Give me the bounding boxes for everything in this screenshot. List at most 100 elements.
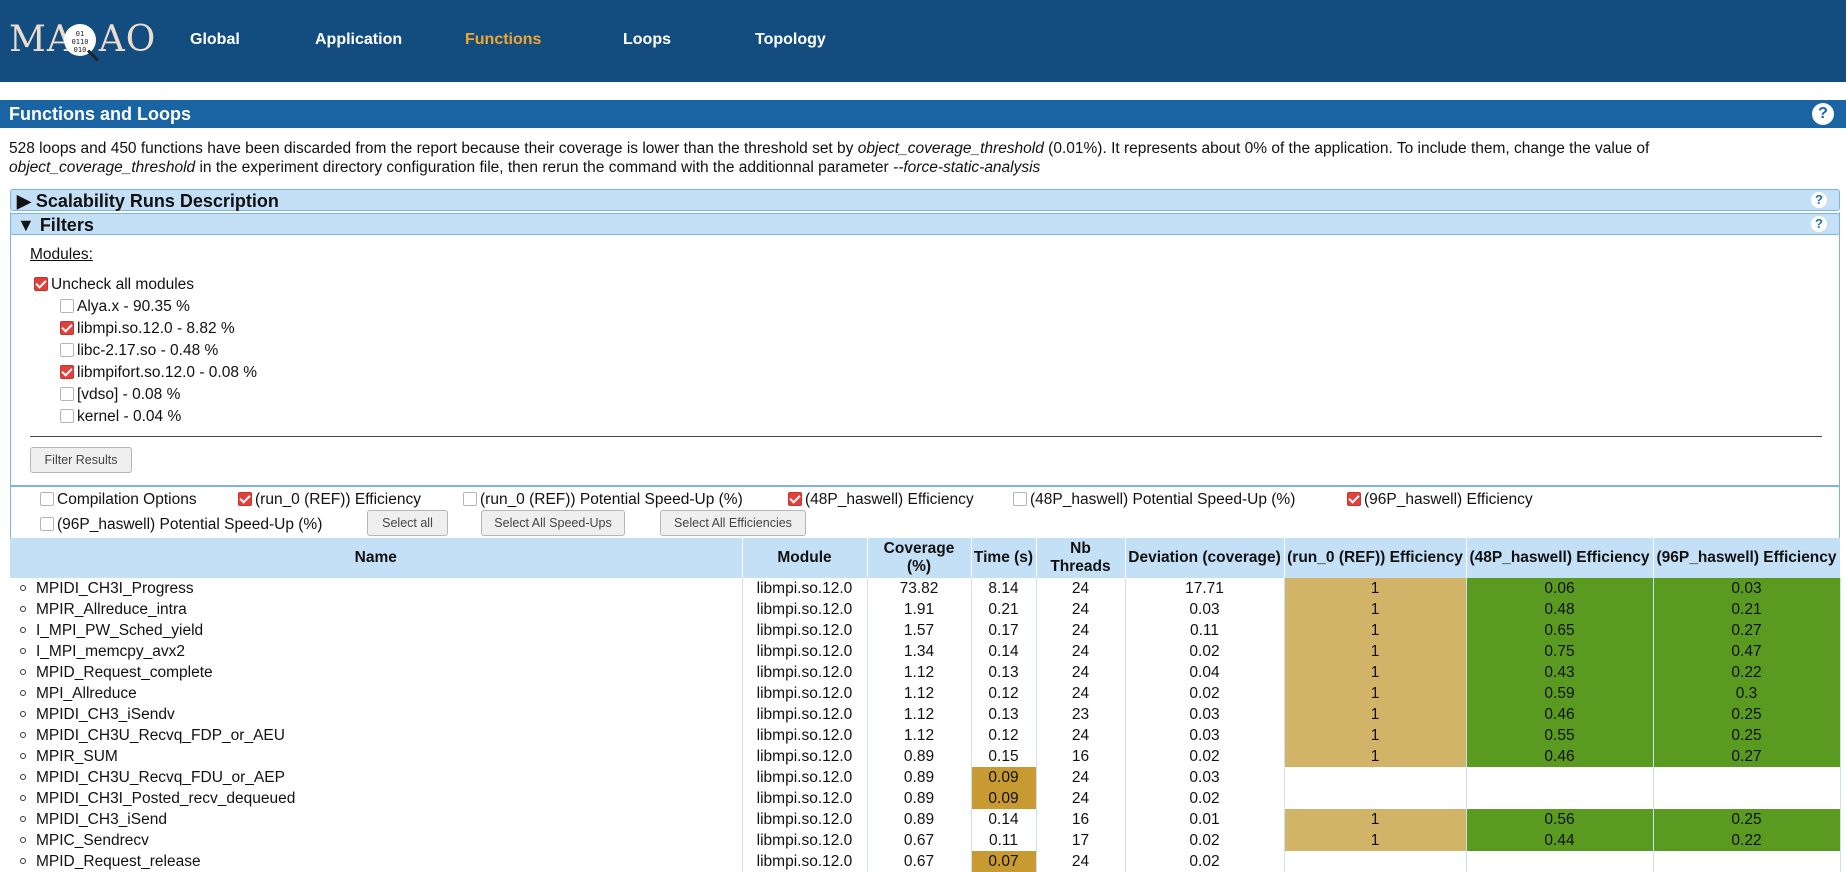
- checkbox-icon[interactable]: [1013, 492, 1027, 506]
- checkbox-icon[interactable]: [60, 387, 74, 401]
- row-48p-eff: 0.06: [1466, 578, 1654, 599]
- row-name[interactable]: MPIDI_CH3_iSendv: [10, 704, 743, 725]
- col-threads[interactable]: Nb Threads: [1036, 538, 1126, 578]
- scalability-panel-header[interactable]: ▶ Scalability Runs Description ?: [10, 189, 1840, 211]
- nav-functions[interactable]: Functions: [465, 30, 541, 50]
- checkbox-icon[interactable]: [60, 299, 74, 313]
- checkbox-icon[interactable]: [60, 409, 74, 423]
- table-row[interactable]: MPIDI_CH3U_Recvq_FDP_or_AEU libmpi.so.12.…: [10, 725, 1841, 746]
- row-name[interactable]: MPID_Request_complete: [10, 662, 743, 683]
- table-row[interactable]: I_MPI_memcpy_avx2 libmpi.so.12.0 1.34 0.14 2…: [10, 641, 1841, 662]
- expand-bullet-icon[interactable]: [20, 731, 26, 738]
- scalability-help-icon[interactable]: ?: [1811, 192, 1827, 208]
- checkbox-icon[interactable]: [40, 517, 54, 531]
- row-name[interactable]: MPIR_Allreduce_intra: [10, 599, 743, 620]
- col-96p-efficiency[interactable]: (96P_haswell) Efficiency: [1653, 538, 1841, 578]
- row-threads: 16: [1036, 809, 1126, 830]
- table-row[interactable]: MPID_Request_release libmpi.so.12.0 0.67 0.…: [10, 851, 1841, 872]
- module-filter-item[interactable]: libmpi.so.12.0 - 8.82 %: [60, 320, 235, 338]
- row-ref-eff: [1284, 788, 1467, 809]
- checkbox-icon[interactable]: [60, 365, 74, 379]
- table-row[interactable]: MPIDI_CH3_iSend libmpi.so.12.0 0.89 0.14 16 0…: [10, 809, 1841, 830]
- row-module: libmpi.so.12.0: [742, 788, 868, 809]
- module-filter-item[interactable]: Alya.x - 90.35 %: [60, 298, 190, 316]
- expand-bullet-icon[interactable]: [20, 836, 26, 843]
- expand-bullet-icon[interactable]: [20, 626, 26, 633]
- column-option[interactable]: (96P_haswell) Potential Speed-Up (%): [40, 516, 322, 534]
- table-row[interactable]: MPIR_SUM libmpi.so.12.0 0.89 0.15 16 0.02 1 0.4…: [10, 746, 1841, 767]
- uncheck-all-modules[interactable]: Uncheck all modules: [34, 276, 194, 294]
- module-filter-item[interactable]: [vdso] - 0.08 %: [60, 386, 180, 404]
- checkbox-icon[interactable]: [60, 321, 74, 335]
- col-coverage[interactable]: Coverage (%): [867, 538, 972, 578]
- nav-global[interactable]: Global: [190, 30, 240, 50]
- table-row[interactable]: MPI_Allreduce libmpi.so.12.0 1.12 0.12 24 0.0…: [10, 683, 1841, 704]
- nav-loops[interactable]: Loops: [623, 30, 671, 50]
- checkbox-icon[interactable]: [788, 492, 802, 506]
- checkbox-icon[interactable]: [34, 277, 48, 291]
- row-name[interactable]: I_MPI_PW_Sched_yield: [10, 620, 743, 641]
- checkbox-icon[interactable]: [238, 492, 252, 506]
- row-threads: 24: [1036, 725, 1126, 746]
- table-row[interactable]: MPIDI_CH3U_Recvq_FDU_or_AEP libmpi.so.12.…: [10, 767, 1841, 788]
- module-filter-item[interactable]: libmpifort.so.12.0 - 0.08 %: [60, 364, 257, 382]
- row-name[interactable]: MPIDI_CH3I_Progress: [10, 578, 743, 599]
- row-name[interactable]: MPID_Request_release: [10, 851, 743, 872]
- maqao-logo[interactable]: MA AO 01 0110 010: [9, 18, 155, 62]
- expand-bullet-icon[interactable]: [20, 668, 26, 675]
- expand-bullet-icon[interactable]: [20, 773, 26, 780]
- column-option[interactable]: (48P_haswell) Potential Speed-Up (%): [1013, 491, 1295, 509]
- row-name[interactable]: MPIC_Sendrecv: [10, 830, 743, 851]
- table-row[interactable]: MPIDI_CH3_iSendv libmpi.so.12.0 1.12 0.13 23…: [10, 704, 1841, 725]
- expand-bullet-icon[interactable]: [20, 857, 26, 864]
- row-name[interactable]: MPI_Allreduce: [10, 683, 743, 704]
- row-name[interactable]: MPIDI_CH3_iSend: [10, 809, 743, 830]
- col-deviation[interactable]: Deviation (coverage): [1125, 538, 1285, 578]
- expand-bullet-icon[interactable]: [20, 689, 26, 696]
- column-option[interactable]: (run_0 (REF)) Efficiency: [238, 491, 421, 509]
- nav-application[interactable]: Application: [315, 30, 402, 50]
- row-name[interactable]: MPIDI_CH3U_Recvq_FDP_or_AEU: [10, 725, 743, 746]
- row-name[interactable]: MPIDI_CH3I_Posted_recv_dequeued: [10, 788, 743, 809]
- expand-bullet-icon[interactable]: [20, 647, 26, 654]
- row-name[interactable]: I_MPI_memcpy_avx2: [10, 641, 743, 662]
- column-option[interactable]: Compilation Options: [40, 491, 197, 509]
- column-option[interactable]: (96P_haswell) Efficiency: [1347, 491, 1533, 509]
- col-name[interactable]: Name: [10, 538, 743, 578]
- checkbox-icon[interactable]: [463, 492, 477, 506]
- expand-bullet-icon[interactable]: [20, 794, 26, 801]
- filter-results-button[interactable]: Filter Results: [30, 447, 132, 473]
- checkbox-icon[interactable]: [60, 343, 74, 357]
- table-row[interactable]: MPIC_Sendrecv libmpi.so.12.0 0.67 0.11 17 0.0…: [10, 830, 1841, 851]
- checkbox-icon[interactable]: [1347, 492, 1361, 506]
- col-time[interactable]: Time (s): [971, 538, 1037, 578]
- table-row[interactable]: MPIDI_CH3I_Progress libmpi.so.12.0 73.82 8.…: [10, 578, 1841, 599]
- select-all-speedups-button[interactable]: Select All Speed-Ups: [481, 510, 625, 536]
- expand-bullet-icon[interactable]: [20, 605, 26, 612]
- select-all-efficiencies-button[interactable]: Select All Efficiencies: [660, 510, 806, 536]
- table-row[interactable]: MPIR_Allreduce_intra libmpi.so.12.0 1.91 0.…: [10, 599, 1841, 620]
- select-all-button[interactable]: Select all: [367, 510, 448, 536]
- expand-bullet-icon[interactable]: [20, 710, 26, 717]
- col-ref-efficiency[interactable]: (run_0 (REF)) Efficiency: [1284, 538, 1467, 578]
- table-row[interactable]: MPIDI_CH3I_Posted_recv_dequeued libmpi.so…: [10, 788, 1841, 809]
- row-module: libmpi.so.12.0: [742, 725, 868, 746]
- nav-topology[interactable]: Topology: [755, 30, 826, 50]
- checkbox-icon[interactable]: [40, 492, 54, 506]
- help-icon[interactable]: ?: [1812, 103, 1834, 125]
- row-deviation: 0.02: [1125, 641, 1285, 662]
- module-filter-item[interactable]: libc-2.17.so - 0.48 %: [60, 342, 218, 360]
- expand-bullet-icon[interactable]: [20, 752, 26, 759]
- table-row[interactable]: MPID_Request_complete libmpi.so.12.0 1.12 0…: [10, 662, 1841, 683]
- col-48p-efficiency[interactable]: (48P_haswell) Efficiency: [1466, 538, 1654, 578]
- expand-bullet-icon[interactable]: [20, 584, 26, 591]
- row-name[interactable]: MPIR_SUM: [10, 746, 743, 767]
- table-row[interactable]: I_MPI_PW_Sched_yield libmpi.so.12.0 1.57 0.…: [10, 620, 1841, 641]
- module-filter-item[interactable]: kernel - 0.04 %: [60, 408, 181, 426]
- column-option[interactable]: (48P_haswell) Efficiency: [788, 491, 974, 509]
- col-module[interactable]: Module: [742, 538, 868, 578]
- expand-bullet-icon[interactable]: [20, 815, 26, 822]
- discard-notice: 528 loops and 450 functions have been di…: [9, 139, 1834, 177]
- row-name[interactable]: MPIDI_CH3U_Recvq_FDU_or_AEP: [10, 767, 743, 788]
- column-option[interactable]: (run_0 (REF)) Potential Speed-Up (%): [463, 491, 743, 509]
